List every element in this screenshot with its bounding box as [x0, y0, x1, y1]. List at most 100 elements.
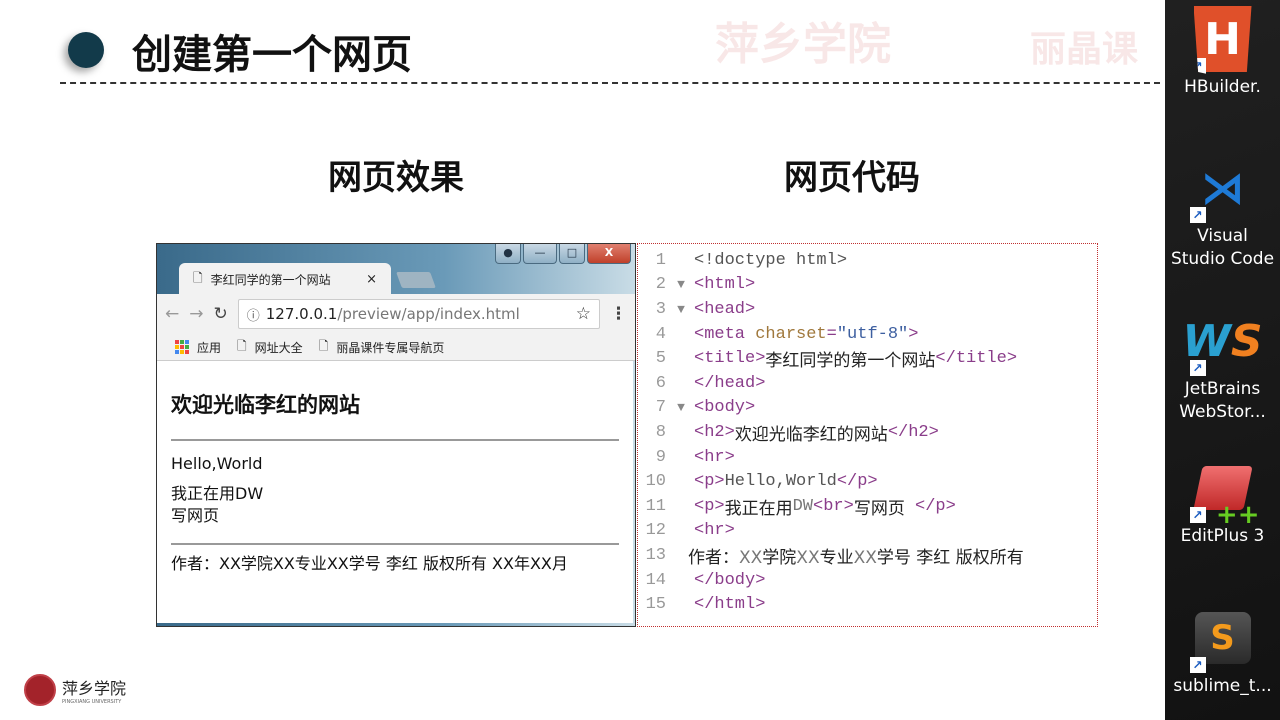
- logo-subtext: PINGXIANG UNIVERSITY: [62, 699, 122, 705]
- code-editor: 1 <!doctype html> 2 ▼ <html> 3 ▼ <head> 4 <met…: [637, 243, 1098, 627]
- code-line: 5 <title> 李红同学的第一个网站 </title>: [638, 346, 1097, 371]
- line-number: 3: [655, 299, 666, 319]
- code-line: 7 ▼ <body>: [638, 396, 1097, 421]
- url-path: /preview/app/index.html: [337, 305, 520, 323]
- seal-icon: [24, 674, 56, 706]
- watermark: 丽晶课: [1030, 29, 1139, 70]
- icon-label: WebStor...: [1179, 402, 1266, 422]
- line-number: 2: [655, 275, 666, 295]
- text-line: 写网页: [171, 506, 220, 525]
- icon-label: HBuilder.: [1184, 77, 1261, 97]
- maximize-button[interactable]: □: [559, 244, 585, 264]
- info-icon: ⓘ: [246, 308, 260, 324]
- new-tab-button[interactable]: [396, 272, 436, 288]
- line-number: 4: [655, 324, 666, 344]
- line-number: 5: [655, 349, 666, 369]
- forward-icon[interactable]: →: [189, 304, 203, 324]
- code-text: 写网页: [853, 498, 905, 519]
- line-number: 12: [645, 521, 666, 541]
- fold-icon[interactable]: ▼: [668, 400, 694, 415]
- code-line: 3 ▼ <head>: [638, 297, 1097, 322]
- user-icon[interactable]: ●: [495, 244, 521, 264]
- desktop-icons: H ↗ HBuilder. ⋊ ↗ Visual Studio Code W S ↗ J…: [1165, 0, 1280, 720]
- slide-title: 创建第一个网页: [132, 32, 412, 78]
- editplus-icon: ++ ↗: [1189, 455, 1260, 528]
- sublime-icon: S ↗: [1189, 605, 1252, 673]
- code-line: 13 作者：XX学院XX专业XX学号 李红 版权所有: [638, 543, 1097, 568]
- page-icon: 🗋: [237, 338, 247, 353]
- vscode-icon: ⋊ ↗: [1189, 155, 1252, 223]
- left-heading: 网页效果: [328, 158, 464, 198]
- hbuilder-shortcut[interactable]: H ↗ HBuilder.: [1165, 6, 1280, 99]
- bookmark-item[interactable]: 网址大全: [255, 339, 303, 356]
- browser-tab[interactable]: 🗋 李红同学的第一个网站 ×: [179, 263, 391, 295]
- horizontal-rule: [171, 439, 619, 441]
- code-text: 李红同学的第一个网站: [765, 351, 936, 372]
- apps-icon[interactable]: [175, 340, 189, 354]
- browser-toolbar: ← → ↻ ⓘ 127.0.0.1/preview/app/index.html…: [157, 294, 635, 334]
- bookmark-star-icon[interactable]: ☆: [576, 304, 591, 324]
- slide: 萍乡学院 丽晶课 创建第一个网页 网页效果 网页代码 ● — □ X 🗋 李红同…: [0, 0, 1165, 720]
- line-number: 7: [655, 398, 666, 418]
- line-number: 10: [645, 472, 666, 492]
- url-host: 127.0.0.1: [265, 305, 338, 323]
- sublime-shortcut[interactable]: S ↗ sublime_t...: [1165, 605, 1280, 698]
- paragraph: Hello,World: [171, 454, 263, 473]
- line-number: 1: [655, 250, 666, 270]
- divider: [60, 82, 1160, 84]
- back-icon[interactable]: ←: [165, 304, 179, 324]
- bookmark-item[interactable]: 丽晶课件专属导航页: [336, 339, 444, 356]
- close-window-button[interactable]: X: [587, 244, 631, 264]
- code-line: 14 </body>: [638, 568, 1097, 593]
- code-line: 8 <h2> 欢迎光临李红的网站 </h2>: [638, 420, 1097, 445]
- right-heading: 网页代码: [784, 158, 920, 198]
- paragraph: 我正在用DW 写网页: [171, 483, 619, 527]
- line-number: 9: [655, 447, 666, 467]
- code-line: 4 <meta charset = "utf-8" >: [638, 322, 1097, 347]
- code-line: 6 </head>: [638, 371, 1097, 396]
- fold-icon[interactable]: ▼: [668, 302, 694, 317]
- code-line: 9 <hr>: [638, 445, 1097, 470]
- line-number: 15: [645, 595, 666, 615]
- code-line: 15 </html>: [638, 592, 1097, 617]
- page-icon: 🗋: [318, 338, 329, 353]
- minimize-button[interactable]: —: [523, 244, 557, 264]
- code-line: 2 ▼ <html>: [638, 273, 1097, 298]
- page-heading: 欢迎光临李红的网站: [171, 393, 360, 417]
- reload-icon[interactable]: ↻: [214, 304, 228, 324]
- line-number: 13: [645, 545, 666, 565]
- line-number: 8: [655, 422, 666, 442]
- tab-close-icon[interactable]: ×: [366, 272, 377, 287]
- university-logo: 萍乡学院 PINGXIANG UNIVERSITY: [24, 674, 126, 706]
- window-controls: ● — □ X: [495, 244, 631, 264]
- code-line: 10 <p> Hello,World </p>: [638, 469, 1097, 494]
- hbuilder-icon: H ↗: [1193, 6, 1252, 74]
- line-number: 14: [645, 570, 666, 590]
- tab-title: 李红同学的第一个网站: [210, 272, 331, 287]
- vscode-shortcut[interactable]: ⋊ ↗ Visual Studio Code: [1165, 155, 1280, 271]
- page-footer: 作者：XX学院XX专业XX学号 李红 版权所有 XX年XX月: [171, 554, 568, 573]
- code-line: 11 <p> 我正在用 DW <br> 写网页 </p>: [638, 494, 1097, 519]
- bookmark-apps[interactable]: 应用: [197, 339, 221, 356]
- logo-text: 萍乡学院: [62, 679, 127, 698]
- line-number: 6: [655, 373, 666, 393]
- code-text: 欢迎光临李红的网站: [734, 424, 888, 445]
- code-line: 12 <hr>: [638, 519, 1097, 544]
- watermark: 萍乡学院: [715, 19, 891, 70]
- text-line: 我正在用DW: [171, 484, 264, 503]
- icon-label: Visual: [1197, 226, 1248, 246]
- webstorm-shortcut[interactable]: W S ↗ JetBrains WebStor...: [1165, 308, 1280, 424]
- fold-icon[interactable]: ▼: [668, 277, 694, 292]
- icon-label: sublime_t...: [1173, 676, 1272, 696]
- icon-label: JetBrains: [1184, 379, 1261, 399]
- editplus-shortcut[interactable]: ++ ↗ EditPlus 3: [1165, 455, 1280, 548]
- bookmarks-bar: 应用 🗋 网址大全 🗋 丽晶课件专属导航页: [157, 334, 635, 361]
- page-icon: 🗋: [193, 270, 203, 285]
- menu-icon[interactable]: ⋮: [610, 304, 627, 324]
- horizontal-rule: [171, 543, 619, 545]
- code-line: 1 <!doctype html>: [638, 248, 1097, 273]
- icon-label: Studio Code: [1170, 249, 1275, 269]
- address-bar[interactable]: ⓘ 127.0.0.1/preview/app/index.html ☆: [237, 299, 600, 329]
- browser-window: ● — □ X 🗋 李红同学的第一个网站 × ← → ↻ ⓘ 127.0.0.1…: [156, 243, 636, 627]
- webstorm-icon: W S ↗: [1182, 315, 1263, 376]
